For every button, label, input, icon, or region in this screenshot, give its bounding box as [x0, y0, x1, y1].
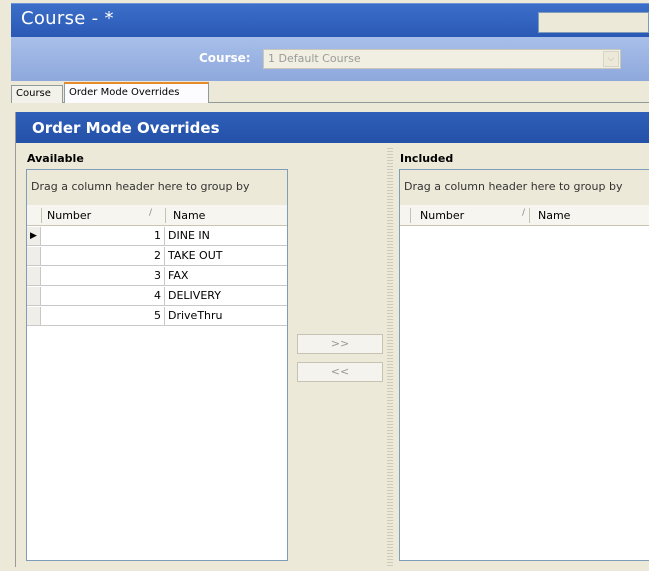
window-title: Course - * [21, 8, 114, 29]
panel-header: Order Mode Overrides [16, 112, 649, 143]
column-separator [529, 208, 530, 223]
row-indicator [27, 267, 41, 285]
tab-course[interactable]: Course [11, 85, 63, 103]
column-separator [410, 208, 411, 223]
column-header-number[interactable]: Number [47, 209, 91, 222]
group-by-area[interactable]: Drag a column header here to group by [400, 170, 649, 205]
sort-ascending-icon: / [149, 208, 153, 218]
add-button[interactable]: >> [297, 334, 383, 354]
remove-button[interactable]: << [297, 362, 383, 382]
window: Course - * Course: 1 Default Course ⌵ Co… [0, 0, 649, 571]
cell-name: FAX [168, 269, 189, 282]
title-bar: Course - * [11, 3, 649, 37]
tab-strip: Course Order Mode Overrides [11, 81, 649, 103]
table-row[interactable]: 3 FAX [27, 267, 287, 286]
cell-number: 1 [42, 227, 165, 245]
cell-number: 5 [42, 307, 165, 325]
available-title: Available [27, 152, 84, 165]
column-separator [41, 208, 42, 223]
cell-name: TAKE OUT [168, 249, 223, 262]
cell-name: DriveThru [168, 309, 223, 322]
order-mode-overrides-panel: Order Mode Overrides Available Included … [15, 112, 649, 567]
course-select-value: 1 Default Course [268, 52, 361, 65]
cell-number: 4 [42, 287, 165, 305]
tab-order-mode-overrides[interactable]: Order Mode Overrides [64, 82, 209, 103]
title-search-box[interactable] [538, 12, 649, 33]
row-indicator [27, 247, 41, 265]
table-row[interactable]: 4 DELIVERY [27, 287, 287, 306]
row-indicator [27, 287, 41, 305]
column-header-name[interactable]: Name [173, 209, 205, 222]
course-select[interactable]: 1 Default Course ⌵ [263, 49, 621, 69]
column-header-number[interactable]: Number [420, 209, 464, 222]
group-by-area[interactable]: Drag a column header here to group by [27, 170, 287, 205]
cell-name: DELIVERY [168, 289, 221, 302]
included-title: Included [400, 152, 454, 165]
course-label: Course: [199, 51, 251, 65]
column-header-row: Number / Name [27, 205, 287, 226]
sort-ascending-icon: / [522, 208, 526, 218]
cell-number: 2 [42, 247, 165, 265]
table-row[interactable]: ▶ 1 DINE IN [27, 227, 287, 246]
table-row[interactable]: 2 TAKE OUT [27, 247, 287, 266]
row-indicator [27, 307, 41, 325]
chevron-down-icon[interactable]: ⌵ [603, 51, 619, 67]
table-row[interactable]: 5 DriveThru [27, 307, 287, 326]
column-separator [165, 208, 166, 223]
column-header-row: Number / Name [400, 205, 649, 226]
available-grid[interactable]: Drag a column header here to group by Nu… [26, 169, 288, 561]
current-row-icon: ▶ [27, 227, 41, 245]
splitter[interactable] [387, 146, 393, 566]
course-selector-row: Course: 1 Default Course ⌵ [11, 37, 649, 81]
panel-title: Order Mode Overrides [32, 119, 220, 137]
cell-name: DINE IN [168, 229, 210, 242]
included-grid[interactable]: Drag a column header here to group by Nu… [399, 169, 649, 561]
column-header-name[interactable]: Name [538, 209, 570, 222]
cell-number: 3 [42, 267, 165, 285]
